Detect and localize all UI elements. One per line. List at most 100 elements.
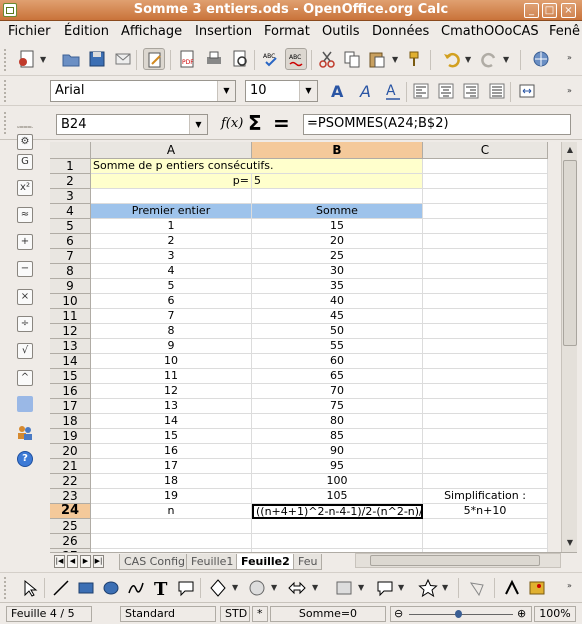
cas-icon[interactable]: ⚙ bbox=[17, 134, 33, 150]
cell-b16[interactable]: 70 bbox=[252, 384, 423, 399]
scroll-down-button[interactable]: ▼ bbox=[563, 536, 577, 550]
cell-a17[interactable]: 13 bbox=[91, 399, 252, 414]
cell-b10[interactable]: 40 bbox=[252, 294, 423, 309]
cell-a25[interactable] bbox=[91, 519, 252, 534]
toolbar-grip[interactable] bbox=[4, 112, 10, 134]
scroll-up-button[interactable]: ▲ bbox=[563, 143, 577, 157]
cell-c1[interactable] bbox=[423, 159, 548, 174]
function-wizard-icon[interactable]: f(x) bbox=[221, 116, 243, 131]
cut-icon[interactable] bbox=[316, 48, 338, 70]
menu-affichage[interactable]: Affichage bbox=[121, 24, 182, 39]
name-box-dropdown-arrow[interactable]: ▼ bbox=[189, 115, 207, 134]
cell-c15[interactable] bbox=[423, 369, 548, 384]
cell-c22[interactable] bbox=[423, 474, 548, 489]
cell-b9[interactable]: 35 bbox=[252, 279, 423, 294]
undo-icon[interactable] bbox=[441, 48, 463, 70]
print-preview-icon[interactable] bbox=[229, 48, 251, 70]
row-header[interactable]: 1 bbox=[50, 159, 91, 174]
cas-approx-icon[interactable]: ≈ bbox=[17, 207, 33, 223]
row-header[interactable]: 12 bbox=[50, 324, 91, 339]
cell-c23[interactable]: Simplification : bbox=[423, 489, 548, 504]
row-header[interactable]: 21 bbox=[50, 459, 91, 474]
row-header[interactable]: 10 bbox=[50, 294, 91, 309]
row-header[interactable]: 23 bbox=[50, 489, 91, 504]
sum-icon[interactable]: Σ bbox=[248, 111, 262, 135]
function-icon[interactable]: = bbox=[273, 111, 290, 135]
menu-cmathooocas[interactable]: CmathOOoCAS bbox=[441, 24, 539, 39]
spreadsheet-grid[interactable]: A B C 1 Somme de p entiers consécutifs. 2 p… bbox=[50, 142, 548, 552]
callout-icon[interactable] bbox=[175, 577, 197, 599]
cell-a9[interactable]: 5 bbox=[91, 279, 252, 294]
cell-a19[interactable]: 15 bbox=[91, 429, 252, 444]
row-header[interactable]: 25 bbox=[50, 519, 91, 534]
symbol-shapes-icon[interactable] bbox=[246, 577, 268, 599]
font-size-combo[interactable]: 10 ▼ bbox=[245, 80, 318, 102]
divide-icon[interactable]: ÷ bbox=[17, 316, 33, 332]
basic-shapes-icon[interactable] bbox=[207, 577, 229, 599]
text-icon[interactable]: T bbox=[150, 577, 172, 600]
cell-a7[interactable]: 3 bbox=[91, 249, 252, 264]
zoom-level[interactable]: 100% bbox=[534, 606, 576, 622]
horizontal-scrollbar[interactable] bbox=[355, 553, 561, 568]
vertical-scrollbar[interactable]: ▲ ▼ bbox=[561, 142, 577, 552]
cell-c2[interactable] bbox=[423, 174, 548, 189]
cell-b6[interactable]: 20 bbox=[252, 234, 423, 249]
flowchart-icon[interactable] bbox=[333, 577, 355, 599]
line-icon[interactable] bbox=[50, 577, 72, 599]
cell-c25[interactable] bbox=[423, 519, 548, 534]
vertical-scroll-thumb[interactable] bbox=[563, 160, 577, 346]
italic-icon[interactable]: A bbox=[355, 80, 377, 102]
cell-c9[interactable] bbox=[423, 279, 548, 294]
cell-c11[interactable] bbox=[423, 309, 548, 324]
cell-b2[interactable]: 5 bbox=[252, 174, 423, 189]
tab-feuille1[interactable]: Feuille1 bbox=[186, 554, 239, 570]
new-dropdown-arrow[interactable]: ▼ bbox=[40, 55, 46, 64]
cell-a14[interactable]: 10 bbox=[91, 354, 252, 369]
email-icon[interactable] bbox=[112, 48, 134, 70]
toolbar-grip[interactable] bbox=[4, 49, 10, 71]
undo-dropdown-arrow[interactable]: ▼ bbox=[465, 55, 471, 64]
underline-icon[interactable]: A bbox=[382, 80, 404, 102]
cell-a21[interactable]: 17 bbox=[91, 459, 252, 474]
cell-c21[interactable] bbox=[423, 459, 548, 474]
hyperlink-icon[interactable] bbox=[530, 48, 552, 70]
cell-b18[interactable]: 80 bbox=[252, 414, 423, 429]
row-header[interactable]: 3 bbox=[50, 189, 91, 204]
print-icon[interactable] bbox=[203, 48, 225, 70]
cell-c18[interactable] bbox=[423, 414, 548, 429]
row-header[interactable]: 20 bbox=[50, 444, 91, 459]
flowchart-dropdown-arrow[interactable]: ▼ bbox=[358, 583, 364, 592]
merge-cells-icon[interactable] bbox=[516, 80, 538, 102]
redo-icon[interactable] bbox=[478, 48, 500, 70]
cell-a13[interactable]: 9 bbox=[91, 339, 252, 354]
row-header[interactable]: 2 bbox=[50, 174, 91, 189]
last-sheet-button[interactable]: ▶| bbox=[93, 555, 104, 568]
cell-a8[interactable]: 4 bbox=[91, 264, 252, 279]
cell-c8[interactable] bbox=[423, 264, 548, 279]
plus-icon[interactable]: + bbox=[17, 234, 33, 250]
cell-b17[interactable]: 75 bbox=[252, 399, 423, 414]
row-header[interactable]: 7 bbox=[50, 249, 91, 264]
block-arrows-icon[interactable] bbox=[286, 577, 308, 599]
cell-c7[interactable] bbox=[423, 249, 548, 264]
help-icon[interactable]: ? bbox=[17, 451, 33, 467]
fontwork-icon[interactable] bbox=[501, 577, 523, 599]
font-size-dropdown-arrow[interactable]: ▼ bbox=[299, 81, 317, 101]
cell-b22[interactable]: 100 bbox=[252, 474, 423, 489]
cell-b15[interactable]: 65 bbox=[252, 369, 423, 384]
zoom-out-icon[interactable]: ⊖ bbox=[394, 607, 403, 621]
copy-icon[interactable] bbox=[341, 48, 363, 70]
cell-c5[interactable] bbox=[423, 219, 548, 234]
cell-c14[interactable] bbox=[423, 354, 548, 369]
cell-a26[interactable] bbox=[91, 534, 252, 549]
edit-file-icon[interactable] bbox=[143, 48, 165, 70]
zoom-slider[interactable]: ⊖ ⊕ bbox=[390, 606, 532, 622]
column-header-b[interactable]: B bbox=[252, 142, 423, 159]
cell-a16[interactable]: 12 bbox=[91, 384, 252, 399]
cell-b21[interactable]: 95 bbox=[252, 459, 423, 474]
toolbar-overflow-arrow[interactable]: » bbox=[567, 53, 572, 62]
cell-a12[interactable]: 8 bbox=[91, 324, 252, 339]
row-header[interactable]: 17 bbox=[50, 399, 91, 414]
cell-b5[interactable]: 15 bbox=[252, 219, 423, 234]
symbol-shapes-dropdown-arrow[interactable]: ▼ bbox=[271, 583, 277, 592]
